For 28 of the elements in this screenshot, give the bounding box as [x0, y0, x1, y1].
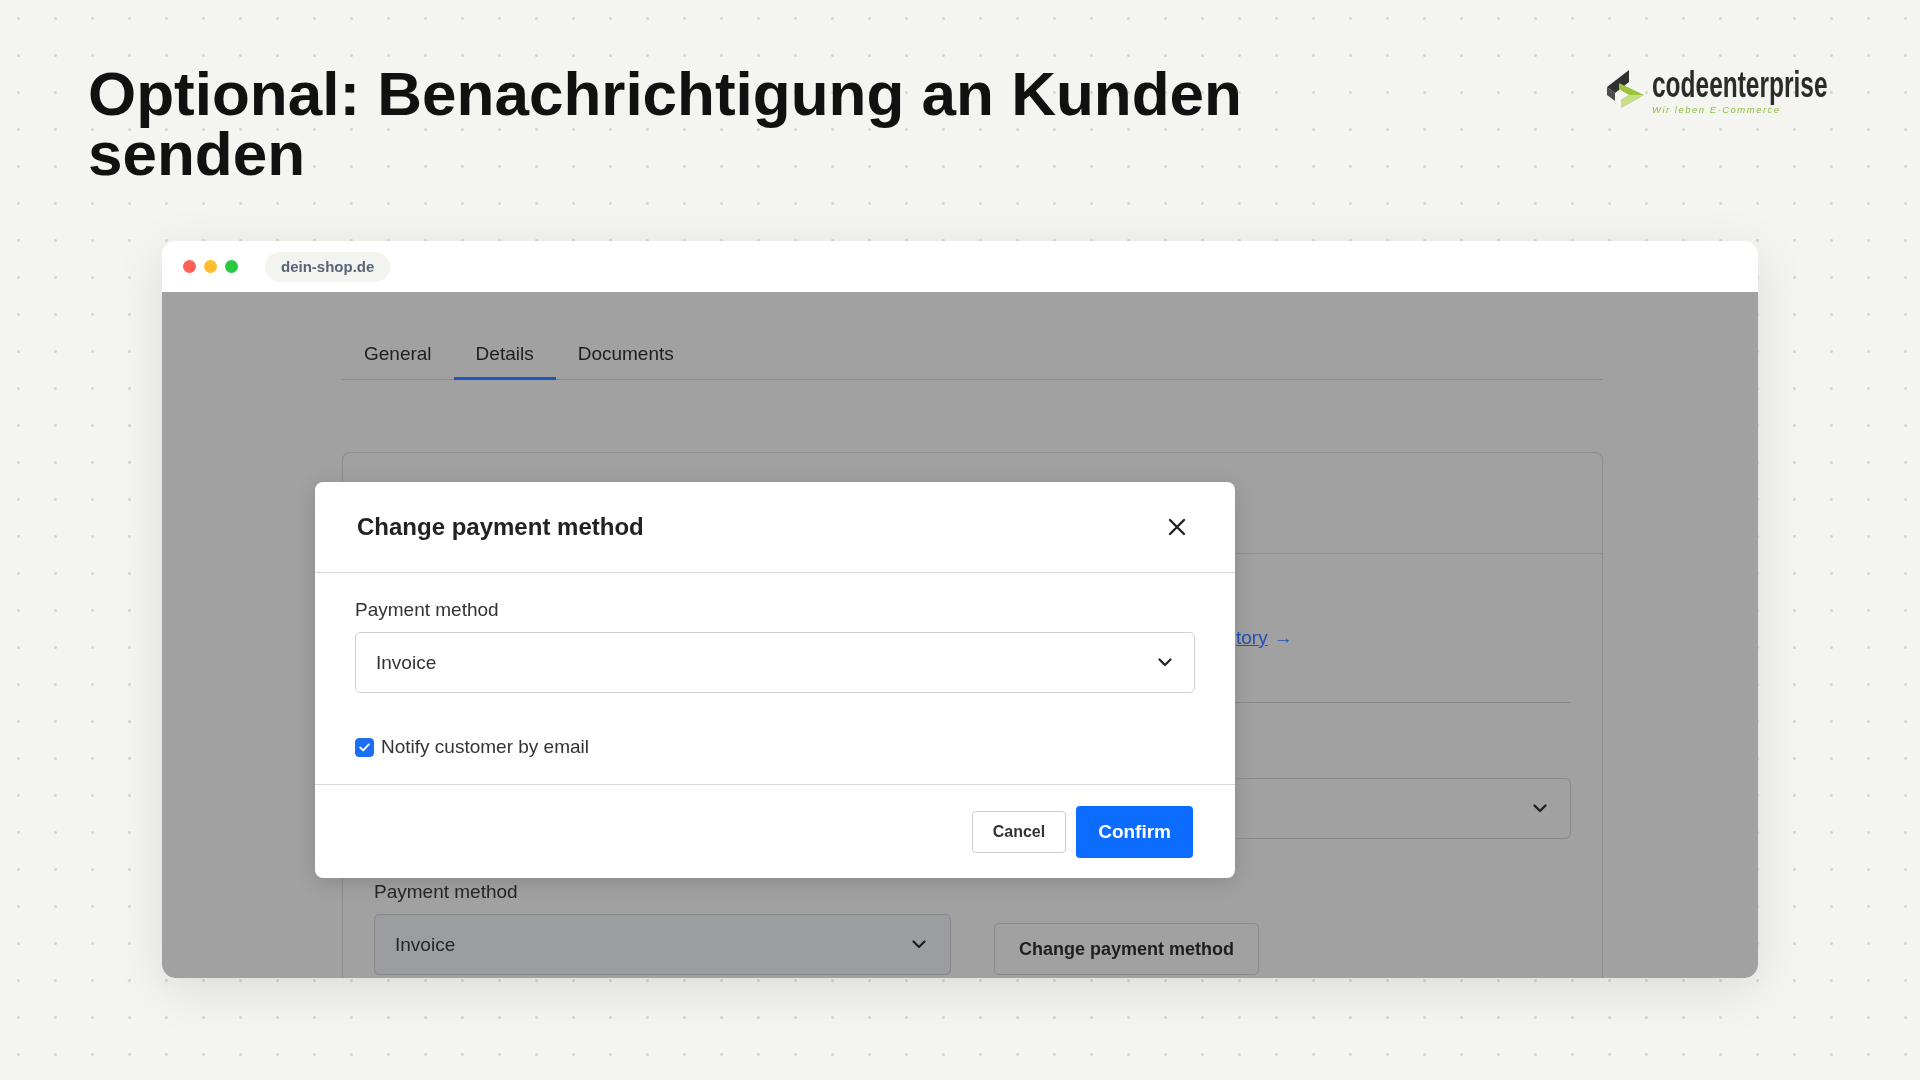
window-control-icon[interactable]	[204, 260, 217, 273]
chevron-down-icon	[1533, 804, 1547, 813]
checkbox[interactable]	[355, 737, 374, 757]
field-label: Payment method	[374, 880, 518, 904]
payment-method-select[interactable]: Invoice	[355, 632, 1195, 693]
cancel-button[interactable]: Cancel	[971, 810, 1067, 853]
modal-title: Change payment method	[357, 513, 644, 541]
window-control-icon[interactable]	[183, 260, 196, 273]
tab[interactable]: General	[342, 332, 454, 380]
checkmark-icon	[359, 742, 370, 752]
arrow-icon: →	[1273, 626, 1293, 650]
window-control-icon[interactable]	[225, 260, 238, 273]
logo-wordmark: codeenterprise	[1652, 66, 1828, 104]
page-title: Optional: Benachrichtigung an Kunden senden	[88, 64, 1243, 184]
payment-method-select[interactable]: Invoice	[374, 914, 951, 975]
field-label: Payment method	[355, 598, 499, 622]
chevron-down-icon	[912, 940, 926, 949]
address-bar[interactable]: dein-shop.de	[265, 251, 391, 282]
confirm-button[interactable]: Confirm	[1076, 805, 1193, 858]
change-payment-button[interactable]: Change payment method	[994, 923, 1260, 975]
close-icon[interactable]	[1168, 518, 1186, 536]
checkbox-label: Notify customer by email	[381, 735, 589, 759]
tab[interactable]: Details	[453, 332, 556, 380]
logo-icon	[1607, 68, 1645, 110]
logo-tagline: Wir leben E-Commerce	[1652, 104, 1781, 115]
chevron-down-icon	[1158, 658, 1172, 667]
select-field[interactable]	[1236, 778, 1571, 839]
tab[interactable]: Documents	[555, 332, 696, 380]
